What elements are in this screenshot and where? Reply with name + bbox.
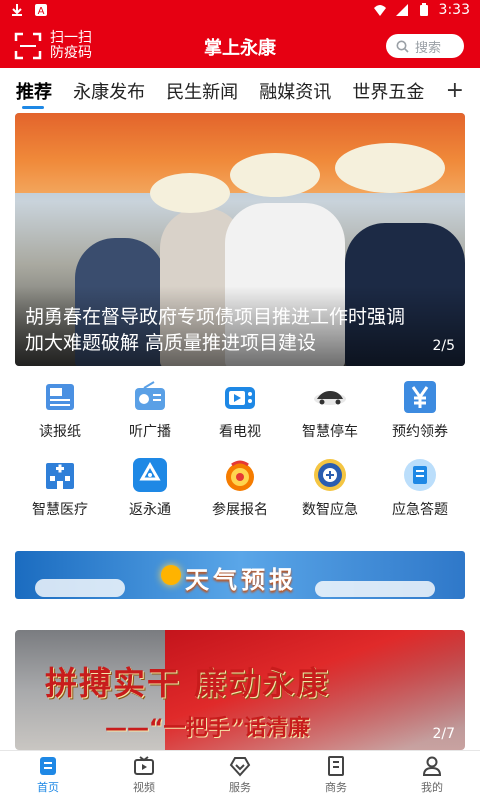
nav-home[interactable]: 首页 bbox=[0, 751, 96, 800]
service-label: 数智应急 bbox=[302, 502, 358, 518]
banner-photo-hat bbox=[335, 143, 445, 193]
service-icon bbox=[229, 755, 251, 777]
tab-yongkang-release[interactable]: 永康发布 bbox=[73, 78, 145, 104]
service-grid: 读报纸 听广播 看电视 智慧停车 预约领券 智慧医疗 返永通 参展报名 数智应急… bbox=[15, 375, 465, 531]
svg-text:A: A bbox=[38, 6, 45, 17]
banner-caption: 胡勇春在督导政府专项债项目推进工作时强调 加大难题破解 高质量推进项目建设 bbox=[25, 306, 406, 354]
battery-icon bbox=[419, 3, 428, 16]
download-icon bbox=[12, 4, 22, 16]
tab-livelihood-news[interactable]: 民生新闻 bbox=[166, 78, 238, 104]
nav-label: 首页 bbox=[37, 781, 59, 794]
home-icon bbox=[37, 755, 59, 777]
service-label: 智慧停车 bbox=[302, 424, 358, 440]
tab-media-info[interactable]: 融媒资讯 bbox=[259, 78, 331, 104]
hospital-icon bbox=[42, 457, 78, 493]
service-label: 智慧医疗 bbox=[32, 502, 88, 518]
promo-page-indicator: 2/7 bbox=[432, 726, 455, 742]
service-label: 预约领券 bbox=[392, 424, 448, 440]
coupon-icon bbox=[402, 379, 438, 415]
weather-forecast-banner[interactable]: 天气预报 bbox=[15, 551, 465, 599]
service-label: 应急答题 bbox=[392, 502, 448, 518]
weather-cloud bbox=[315, 581, 435, 597]
nav-profile[interactable]: 我的 bbox=[384, 751, 480, 800]
app-header: 扫一扫 防疫码 掌上永康 搜索 bbox=[0, 24, 480, 68]
app-notification-icon: A bbox=[35, 4, 47, 17]
nav-label: 商务 bbox=[325, 781, 347, 794]
parking-icon bbox=[312, 379, 348, 415]
search-icon bbox=[396, 40, 409, 53]
expo-icon bbox=[222, 457, 258, 493]
nav-business[interactable]: 商务 bbox=[288, 751, 384, 800]
promo-title: 拼搏实干 廉动永康 bbox=[45, 664, 331, 702]
search-placeholder: 搜索 bbox=[415, 40, 442, 56]
promo-banner[interactable]: 拼搏实干 廉动永康 ——“一把手”话清廉 2/7 bbox=[15, 630, 465, 750]
add-channel-icon[interactable]: + bbox=[446, 78, 464, 103]
service-label: 读报纸 bbox=[39, 424, 81, 440]
tab-recommend[interactable]: 推荐 bbox=[16, 78, 52, 104]
service-tv[interactable]: 看电视 bbox=[195, 375, 285, 453]
nav-label: 服务 bbox=[229, 781, 251, 794]
service-radio[interactable]: 听广播 bbox=[105, 375, 195, 453]
service-smart-parking[interactable]: 智慧停车 bbox=[285, 375, 375, 453]
promo-subtitle: ——“一把手”话清廉 bbox=[105, 716, 310, 741]
service-smart-medical[interactable]: 智慧医疗 bbox=[15, 453, 105, 531]
service-label: 返永通 bbox=[129, 502, 171, 518]
bottom-nav: 首页 视频 服务 商务 我的 bbox=[0, 750, 480, 800]
service-return-yongkang[interactable]: 返永通 bbox=[105, 453, 195, 531]
channel-tabs: 推荐 永康发布 民生新闻 融媒资讯 世界五金 少儿 + bbox=[0, 68, 480, 112]
service-emergency-quiz[interactable]: 应急答题 bbox=[375, 453, 465, 531]
newspaper-icon bbox=[42, 379, 78, 415]
profile-icon bbox=[421, 755, 443, 777]
service-expo-signup[interactable]: 参展报名 bbox=[195, 453, 285, 531]
tab-world-hardware[interactable]: 世界五金 bbox=[352, 78, 424, 104]
nav-label: 我的 bbox=[421, 781, 443, 794]
active-tab-indicator bbox=[22, 106, 44, 109]
service-label: 看电视 bbox=[219, 424, 261, 440]
banner-photo-hat bbox=[150, 173, 230, 213]
service-label: 听广播 bbox=[129, 424, 171, 440]
business-icon bbox=[325, 755, 347, 777]
radio-icon bbox=[132, 379, 168, 415]
service-coupon[interactable]: 预约领券 bbox=[375, 375, 465, 453]
banner-page-indicator: 2/5 bbox=[432, 338, 455, 354]
search-box[interactable]: 搜索 bbox=[386, 34, 464, 58]
status-bar: A 3:33 bbox=[0, 0, 480, 24]
status-time: 3:33 bbox=[438, 2, 470, 18]
weather-title: 天气预报 bbox=[185, 566, 297, 594]
service-smart-emergency[interactable]: 数智应急 bbox=[285, 453, 375, 531]
quiz-icon bbox=[402, 457, 438, 493]
service-newspaper[interactable]: 读报纸 bbox=[15, 375, 105, 453]
nav-video[interactable]: 视频 bbox=[96, 751, 192, 800]
recycle-icon bbox=[132, 457, 168, 493]
tv-icon bbox=[222, 379, 258, 415]
signal-icon bbox=[395, 4, 408, 16]
nav-label: 视频 bbox=[133, 781, 155, 794]
news-banner[interactable]: 胡勇春在督导政府专项债项目推进工作时强调 加大难题破解 高质量推进项目建设 2/… bbox=[15, 113, 465, 366]
service-label: 参展报名 bbox=[212, 502, 268, 518]
weather-cloud bbox=[35, 579, 125, 597]
nav-service[interactable]: 服务 bbox=[192, 751, 288, 800]
sun-icon bbox=[161, 565, 181, 585]
wifi-icon bbox=[373, 5, 386, 16]
banner-photo-hat bbox=[230, 153, 320, 197]
emergency-badge-icon bbox=[312, 457, 348, 493]
video-icon bbox=[133, 755, 155, 777]
